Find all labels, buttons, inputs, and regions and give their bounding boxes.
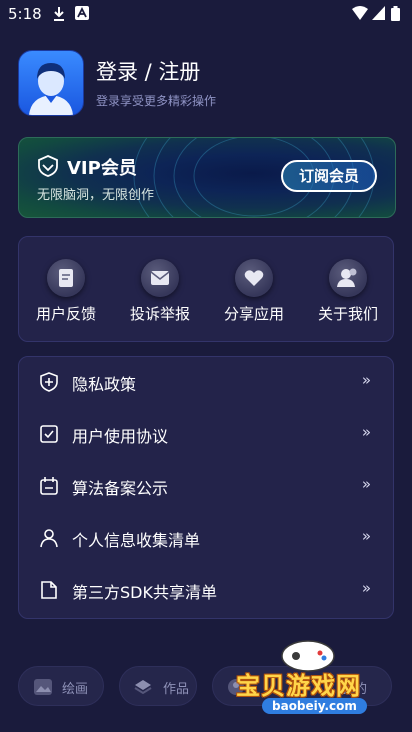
watermark-text: 宝贝游戏网 <box>236 672 361 700</box>
calendar-icon <box>40 477 58 495</box>
file-icon <box>41 581 57 599</box>
profile-header[interactable]: 登录 / 注册 登录享受更多精彩操作 <box>18 50 398 116</box>
layers-icon <box>134 680 152 695</box>
watermark-logo: 宝贝游戏网 baobeiy.com <box>228 636 388 726</box>
grid-label: 关于我们 <box>317 305 378 323</box>
shield-icon <box>40 372 58 392</box>
list-item-privacy-policy[interactable]: 隐私政策 » <box>19 357 393 409</box>
grid-item-share[interactable]: 分享应用 <box>207 255 301 335</box>
tab-paint[interactable]: 绘画 <box>18 666 104 706</box>
avatar-illustration-icon <box>29 63 73 115</box>
people-icon <box>329 259 367 297</box>
list-item-label: 用户使用协议 <box>72 427 169 446</box>
login-subtitle: 登录享受更多精彩操作 <box>96 94 217 108</box>
quick-actions-card: 用户反馈 投诉举报 分享应用 关于我们 <box>18 236 394 342</box>
grid-label: 用户反馈 <box>35 305 96 323</box>
share-heart-icon <box>235 259 273 297</box>
watermark-url: baobeiy.com <box>262 698 367 714</box>
grid-item-feedback[interactable]: 用户反馈 <box>19 255 113 335</box>
status-time: 5:18 <box>8 5 42 23</box>
vip-title: VIP会员 <box>67 158 137 179</box>
mail-icon <box>141 259 179 297</box>
chevron-double-right-icon: » <box>361 371 371 389</box>
doc-check-icon <box>40 425 58 443</box>
list-item-label: 算法备案公示 <box>72 479 169 498</box>
list-item-personal-info[interactable]: 个人信息收集清单 » <box>19 513 393 565</box>
battery-icon <box>391 6 400 21</box>
feedback-icon <box>47 259 85 297</box>
tab-label: 作品 <box>163 682 190 697</box>
list-item-label: 个人信息收集清单 <box>72 531 201 550</box>
list-item-label: 隐私政策 <box>72 375 137 394</box>
vip-subtitle: 无限脑洞，无限创作 <box>37 188 155 203</box>
chevron-double-right-icon: » <box>361 527 371 545</box>
person-icon <box>40 529 58 548</box>
grid-item-about[interactable]: 关于我们 <box>301 255 395 335</box>
status-bar: 5:18 <box>0 0 412 28</box>
settings-list: 隐私政策 » 用户使用协议 » 算法备案公示 » 个人信息收集清单 » 第三方S… <box>18 356 394 619</box>
tab-label: 绘画 <box>62 682 89 697</box>
paint-icon <box>34 679 52 695</box>
chevron-double-right-icon: » <box>361 423 371 441</box>
list-item-third-party-sdk[interactable]: 第三方SDK共享清单 » <box>19 565 393 617</box>
login-title[interactable]: 登录 / 注册 <box>96 56 200 86</box>
grid-label: 投诉举报 <box>129 305 190 323</box>
download-icon <box>54 7 64 21</box>
grid-label: 分享应用 <box>223 305 284 323</box>
avatar[interactable] <box>18 50 84 116</box>
list-item-user-agreement[interactable]: 用户使用协议 » <box>19 409 393 461</box>
app-notification-icon <box>75 6 89 20</box>
vip-badge-icon <box>38 155 58 177</box>
chevron-double-right-icon: » <box>361 579 371 597</box>
grid-item-report[interactable]: 投诉举报 <box>113 255 207 335</box>
chevron-double-right-icon: » <box>361 475 371 493</box>
signal-icon <box>372 6 385 20</box>
tab-works[interactable]: 作品 <box>119 666 197 706</box>
list-item-label: 第三方SDK共享清单 <box>72 583 217 602</box>
wifi-icon <box>352 6 368 20</box>
list-item-algorithm-filing[interactable]: 算法备案公示 » <box>19 461 393 513</box>
vip-banner[interactable]: VIP会员 无限脑洞，无限创作 订阅会员 <box>18 137 396 218</box>
subscribe-vip-button[interactable]: 订阅会员 <box>281 160 377 192</box>
